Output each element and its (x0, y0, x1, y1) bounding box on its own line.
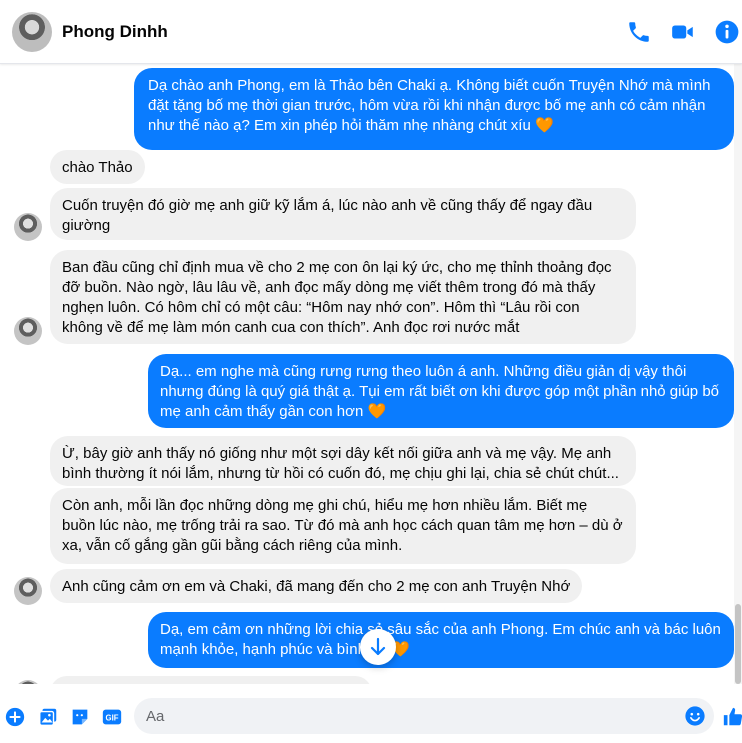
svg-text:GIF: GIF (106, 714, 119, 723)
contact-avatar-small[interactable] (14, 577, 42, 605)
emoji-icon[interactable] (684, 705, 706, 727)
video-camera-icon[interactable] (670, 19, 696, 45)
message-outgoing[interactable]: Dạ chào anh Phong, em là Thảo bên Chaki … (134, 68, 734, 150)
message-incoming[interactable]: Ừ, bây giờ anh thấy nó giống như một sợi… (50, 436, 636, 486)
sticker-icon[interactable] (69, 706, 91, 728)
contact-avatar[interactable] (12, 12, 52, 52)
message-incoming[interactable]: chào Thảo (50, 150, 145, 184)
message-outgoing[interactable]: Dạ... em nghe mà cũng rưng rưng theo luô… (148, 354, 734, 428)
message-input[interactable] (134, 698, 674, 734)
message-incoming[interactable]: Cuốn truyện đó giờ mẹ anh giữ kỹ lắm á, … (50, 188, 636, 240)
message-outgoing[interactable]: Dạ, em cảm ơn những lời chia sẻ sâu sắc … (148, 612, 734, 668)
contact-avatar-small[interactable] (14, 317, 42, 345)
gif-icon[interactable]: GIF (101, 706, 123, 728)
message-incoming[interactable]: Còn anh, mỗi lần đọc những dòng mẹ ghi c… (50, 488, 636, 564)
arrow-down-icon (370, 637, 386, 656)
like-icon[interactable] (722, 706, 742, 728)
phone-icon[interactable] (626, 19, 652, 45)
plus-icon[interactable] (4, 706, 26, 728)
message-composer: GIF (0, 684, 742, 743)
message-input-container[interactable] (134, 698, 714, 734)
info-icon[interactable] (714, 19, 740, 45)
message-incoming-partial[interactable] (50, 676, 372, 684)
contact-name[interactable]: Phong Dinhh (62, 22, 168, 42)
message-incoming[interactable]: Ban đầu cũng chỉ định mua về cho 2 mẹ co… (50, 250, 636, 344)
chat-header: Phong Dinhh (0, 0, 742, 64)
contact-avatar-small[interactable] (14, 213, 42, 241)
message-incoming[interactable]: Anh cũng cảm ơn em và Chaki, đã mang đến… (50, 569, 583, 603)
image-icon[interactable] (37, 706, 59, 728)
message-list[interactable]: Dạ chào anh Phong, em là Thảo bên Chaki … (0, 64, 742, 684)
scroll-to-bottom-button[interactable] (360, 629, 396, 665)
scrollbar-thumb[interactable] (735, 604, 741, 684)
messages-scrollbar[interactable] (734, 64, 742, 684)
